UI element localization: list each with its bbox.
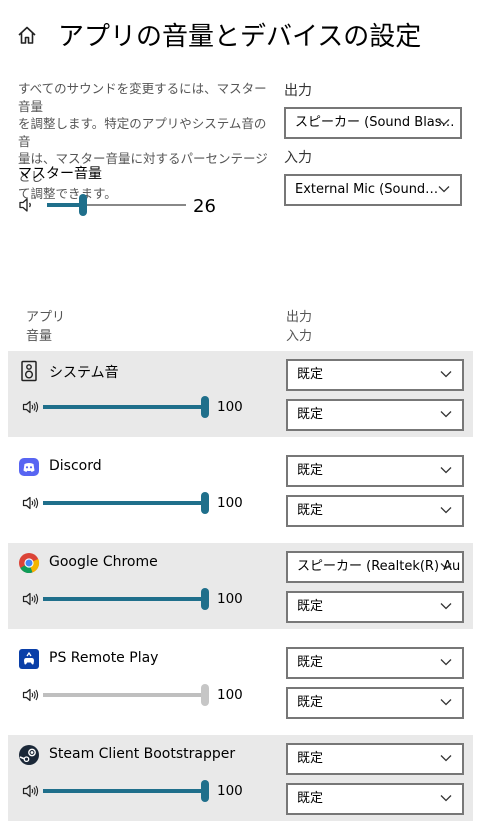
discord-icon (18, 456, 40, 478)
description-line: すべてのサウンドを変更するには、マスター音量 (18, 81, 267, 114)
app-volume-slider[interactable] (43, 396, 209, 418)
app-output-value: スピーカー (Realtek(R) Au (297, 559, 461, 574)
app-output-dropdown[interactable]: 既定 (286, 743, 464, 775)
app-name: PS Remote Play (49, 650, 159, 666)
app-output-dropdown[interactable]: 既定 (286, 455, 464, 487)
slider-thumb[interactable] (201, 396, 209, 418)
slider-fill (43, 789, 205, 793)
chevron-down-icon (440, 603, 452, 610)
app-output-dropdown[interactable]: 既定 (286, 647, 464, 679)
slider-fill (43, 693, 205, 697)
app-volume-value: 100 (217, 591, 243, 607)
column-output-label: 出力 (286, 310, 313, 325)
app-input-dropdown[interactable]: 既定 (286, 495, 464, 527)
chevron-down-icon (438, 186, 450, 193)
app-input-value: 既定 (297, 695, 324, 710)
chevron-down-icon (438, 119, 450, 126)
ps-remote-play-icon (18, 648, 40, 670)
chevron-down-icon (440, 371, 452, 378)
master-volume-slider[interactable] (47, 194, 186, 216)
output-device-dropdown[interactable]: スピーカー (Sound Blas… (284, 107, 462, 139)
app-input-dropdown[interactable]: 既定 (286, 783, 464, 815)
app-input-value: 既定 (297, 791, 324, 806)
column-input-label: 入力 (286, 329, 313, 344)
speaker-icon[interactable] (22, 495, 40, 511)
steam-icon (18, 744, 40, 766)
column-app-label: アプリ (26, 310, 66, 325)
page-title: アプリの音量とデバイスの設定 (58, 22, 422, 52)
app-volume-slider[interactable] (43, 492, 209, 514)
speaker-box-icon (18, 360, 40, 382)
slider-thumb[interactable] (201, 492, 209, 514)
home-icon[interactable] (16, 24, 38, 46)
speaker-icon[interactable] (22, 687, 40, 703)
app-output-value: 既定 (297, 463, 324, 478)
app-volume-value: 100 (217, 687, 243, 703)
slider-thumb[interactable] (201, 588, 209, 610)
app-input-value: 既定 (297, 599, 324, 614)
app-volume-value: 100 (217, 399, 243, 415)
chrome-icon (18, 552, 40, 574)
chevron-down-icon (440, 467, 452, 474)
column-volume-label: 音量 (26, 329, 53, 344)
app-output-dropdown[interactable]: 既定 (286, 359, 464, 391)
chevron-down-icon (440, 699, 452, 706)
app-input-value: 既定 (297, 503, 324, 518)
app-volume-slider[interactable] (43, 684, 209, 706)
output-label: 出力 (284, 83, 312, 99)
speaker-icon[interactable] (22, 783, 40, 799)
slider-thumb[interactable] (79, 194, 88, 216)
app-input-value: 既定 (297, 407, 324, 422)
input-device-value: External Mic (Sound… (295, 182, 439, 197)
chevron-down-icon (440, 659, 452, 666)
slider-fill (43, 405, 205, 409)
speaker-icon[interactable] (18, 196, 36, 214)
input-device-dropdown[interactable]: External Mic (Sound… (284, 174, 462, 206)
app-volume-slider[interactable] (43, 780, 209, 802)
app-name: Discord (49, 458, 102, 474)
master-volume-value: 26 (193, 196, 216, 217)
speaker-icon[interactable] (22, 591, 40, 607)
chevron-down-icon (440, 411, 452, 418)
output-device-value: スピーカー (Sound Blas… (295, 115, 455, 130)
chevron-down-icon (440, 507, 452, 514)
app-input-dropdown[interactable]: 既定 (286, 687, 464, 719)
app-name: Steam Client Bootstrapper (49, 746, 236, 762)
chevron-down-icon (440, 563, 452, 570)
slider-fill (43, 501, 205, 505)
app-input-dropdown[interactable]: 既定 (286, 591, 464, 623)
slider-thumb[interactable] (201, 684, 209, 706)
app-output-value: 既定 (297, 367, 324, 382)
app-output-dropdown[interactable]: スピーカー (Realtek(R) Au (286, 551, 464, 583)
slider-thumb[interactable] (201, 780, 209, 802)
app-volume-value: 100 (217, 783, 243, 799)
slider-fill (47, 203, 84, 207)
master-volume-label: マスター音量 (18, 166, 102, 182)
description-text: すべてのサウンドを変更するには、マスター音量 を調整します。特定のアプリやシステ… (18, 80, 270, 203)
chevron-down-icon (440, 795, 452, 802)
input-label: 入力 (284, 150, 312, 166)
app-volume-slider[interactable] (43, 588, 209, 610)
app-name: システム音 (49, 365, 119, 381)
speaker-icon[interactable] (22, 399, 40, 415)
app-output-value: 既定 (297, 655, 324, 670)
chevron-down-icon (440, 755, 452, 762)
app-output-value: 既定 (297, 751, 324, 766)
app-input-dropdown[interactable]: 既定 (286, 399, 464, 431)
slider-fill (43, 597, 205, 601)
description-line: を調整します。特定のアプリやシステム音の音 (18, 116, 267, 149)
app-name: Google Chrome (49, 554, 158, 570)
app-volume-value: 100 (217, 495, 243, 511)
